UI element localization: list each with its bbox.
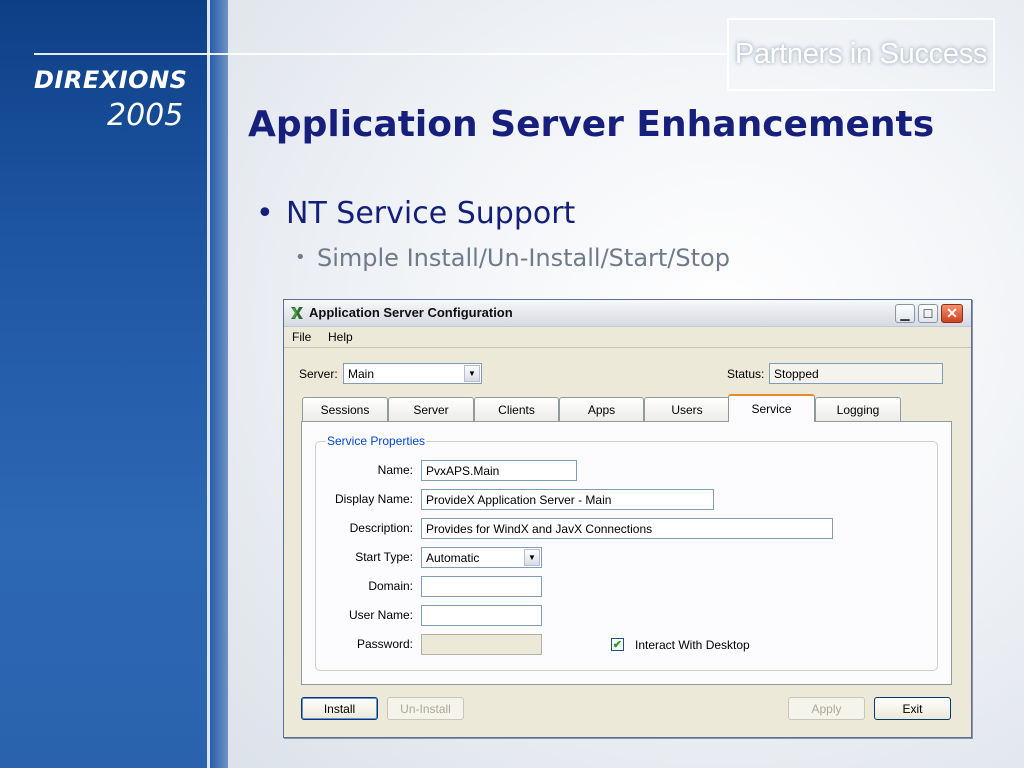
button-label: Apply — [811, 701, 842, 716]
sidebar-divider-shadow — [210, 0, 228, 768]
start-type-dropdown[interactable]: Automatic ▼ — [421, 547, 542, 568]
password-label: Password: — [356, 637, 413, 651]
button-label: Un-Install — [400, 701, 451, 716]
install-button[interactable]: Install — [301, 697, 378, 720]
logo-text: DIREXIONS — [34, 66, 188, 94]
server-value: Main — [348, 367, 375, 381]
status-value: Stopped — [774, 367, 819, 381]
checkmark-icon: ✔ — [612, 639, 623, 651]
app-x-icon — [291, 307, 303, 319]
tab-apps[interactable]: Apps — [559, 397, 644, 421]
config-window: Application Server Configuration ▁ ☐ ✕ F… — [283, 299, 972, 738]
tagline-box: Partners in Success — [727, 18, 995, 91]
tab-label: Clients — [498, 402, 535, 417]
start-type-value: Automatic — [426, 551, 480, 565]
domain-label: Domain: — [368, 579, 413, 593]
dropdown-arrow-icon[interactable]: ▼ — [524, 549, 540, 566]
tab-sessions[interactable]: Sessions — [302, 397, 388, 421]
menu-help[interactable]: Help — [328, 330, 353, 344]
slide-title: Application Server Enhancements — [248, 104, 935, 145]
description-label: Description: — [349, 521, 413, 535]
service-tab-panel: Service Properties Name: PvxAPS.Main Dis… — [301, 421, 952, 685]
bullet-level2: • Simple Install/Un-Install/Start/Stop — [295, 244, 730, 272]
start-type-label: Start Type: — [355, 550, 413, 564]
name-label: Name: — [377, 463, 413, 477]
maximize-button[interactable]: ☐ — [918, 304, 938, 323]
uninstall-button[interactable]: Un-Install — [387, 697, 464, 720]
bullet-text: Simple Install/Un-Install/Start/Stop — [317, 244, 730, 272]
minimize-icon: ▁ — [900, 306, 910, 321]
apply-button[interactable]: Apply — [788, 697, 865, 720]
tab-clients[interactable]: Clients — [474, 397, 559, 421]
tab-label: Server — [413, 402, 449, 417]
group-title: Service Properties — [326, 434, 427, 448]
menu-bar: File Help — [284, 327, 971, 348]
password-field[interactable] — [421, 634, 542, 655]
tab-service[interactable]: Service — [728, 394, 815, 422]
interact-desktop-checkbox[interactable]: ✔ — [611, 638, 624, 651]
status-label: Status: — [727, 367, 765, 381]
status-field: Stopped — [769, 363, 943, 384]
description-field[interactable]: Provides for WindX and JavX Connections — [421, 518, 833, 539]
tab-logging[interactable]: Logging — [815, 397, 901, 421]
button-label: Exit — [902, 701, 923, 716]
tab-label: Users — [671, 402, 703, 417]
bullet-icon: • — [256, 196, 274, 231]
name-value: PvxAPS.Main — [426, 464, 500, 478]
name-field[interactable]: PvxAPS.Main — [421, 460, 577, 481]
tab-label: Service — [751, 402, 792, 416]
display-name-value: ProvideX Application Server - Main — [426, 493, 612, 507]
tab-server[interactable]: Server — [388, 397, 474, 421]
window-title: Application Server Configuration — [309, 305, 513, 320]
logo-year: 2005 — [107, 98, 184, 133]
tab-label: Apps — [587, 402, 616, 417]
bullet-text: NT Service Support — [286, 196, 576, 231]
user-name-field[interactable] — [421, 605, 542, 626]
description-value: Provides for WindX and JavX Connections — [426, 522, 653, 536]
display-name-label: Display Name: — [334, 492, 413, 506]
tab-label: Logging — [836, 402, 880, 417]
exit-button[interactable]: Exit — [874, 697, 951, 720]
close-icon: ✕ — [946, 305, 958, 321]
tab-users[interactable]: Users — [644, 397, 730, 421]
tab-label: Sessions — [320, 402, 370, 417]
service-properties-group: Service Properties Name: PvxAPS.Main Dis… — [315, 434, 938, 671]
user-name-label: User Name: — [348, 608, 413, 622]
interact-desktop-label[interactable]: Interact With Desktop — [635, 638, 750, 652]
menu-file[interactable]: File — [292, 330, 311, 344]
display-name-field[interactable]: ProvideX Application Server - Main — [421, 489, 714, 510]
button-label: Install — [323, 701, 356, 716]
server-dropdown[interactable]: Main ▼ — [343, 363, 482, 384]
close-button[interactable]: ✕ — [941, 304, 963, 323]
tagline: Partners in Success — [734, 38, 988, 70]
minimize-button[interactable]: ▁ — [895, 304, 915, 323]
title-bar[interactable]: Application Server Configuration ▁ ☐ ✕ — [284, 300, 971, 327]
maximize-icon: ☐ — [922, 306, 934, 321]
header-rule — [34, 53, 729, 55]
domain-field[interactable] — [421, 576, 542, 597]
bullet-level1: • NT Service Support — [256, 196, 575, 231]
dropdown-arrow-icon[interactable]: ▼ — [464, 365, 480, 382]
bullet-icon: • — [295, 247, 306, 268]
server-label: Server: — [299, 367, 338, 381]
